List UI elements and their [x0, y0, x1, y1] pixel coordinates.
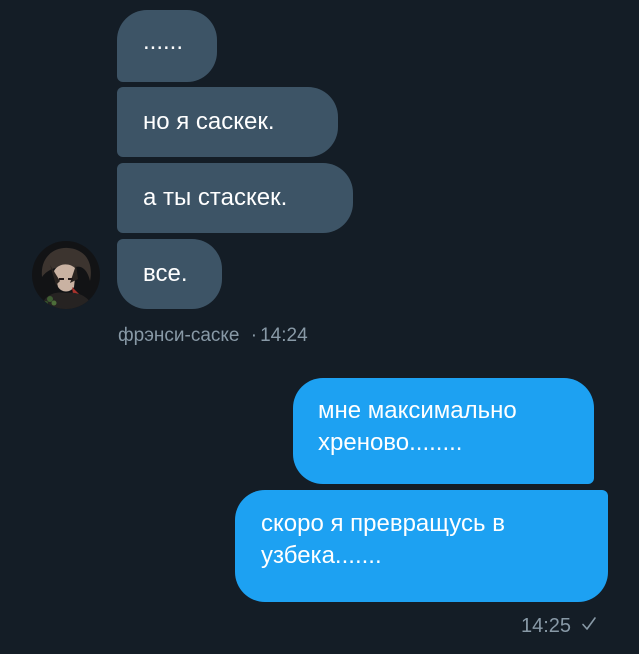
- message-text: а ты стаскек.: [143, 184, 288, 211]
- message-text: ......: [143, 28, 184, 55]
- incoming-message-1[interactable]: ......: [117, 10, 217, 82]
- incoming-timestamp: 14:24: [260, 325, 308, 346]
- incoming-message-3[interactable]: а ты стаскек.: [117, 163, 353, 233]
- incoming-meta: фрэнси-саске · 14:24: [118, 325, 308, 347]
- outgoing-meta: 14:25: [521, 615, 597, 638]
- incoming-message-4[interactable]: все.: [117, 239, 222, 309]
- sender-name[interactable]: фрэнси-саске: [118, 325, 240, 346]
- avatar[interactable]: [32, 241, 100, 309]
- message-text: мне максимально хреново........: [318, 397, 517, 456]
- outgoing-message-2[interactable]: скоро я превращусь в узбека.......: [235, 490, 608, 602]
- incoming-message-2[interactable]: но я саскек.: [117, 87, 338, 157]
- message-text: все.: [143, 260, 188, 287]
- message-text: скоро я превращусь в узбека.......: [261, 510, 505, 569]
- avatar-image: [32, 241, 100, 309]
- outgoing-timestamp: 14:25: [521, 615, 572, 637]
- message-text: но я саскек.: [143, 108, 275, 135]
- meta-separator: ·: [250, 325, 258, 346]
- check-icon: [581, 615, 597, 638]
- outgoing-message-1[interactable]: мне максимально хреново........: [293, 378, 594, 484]
